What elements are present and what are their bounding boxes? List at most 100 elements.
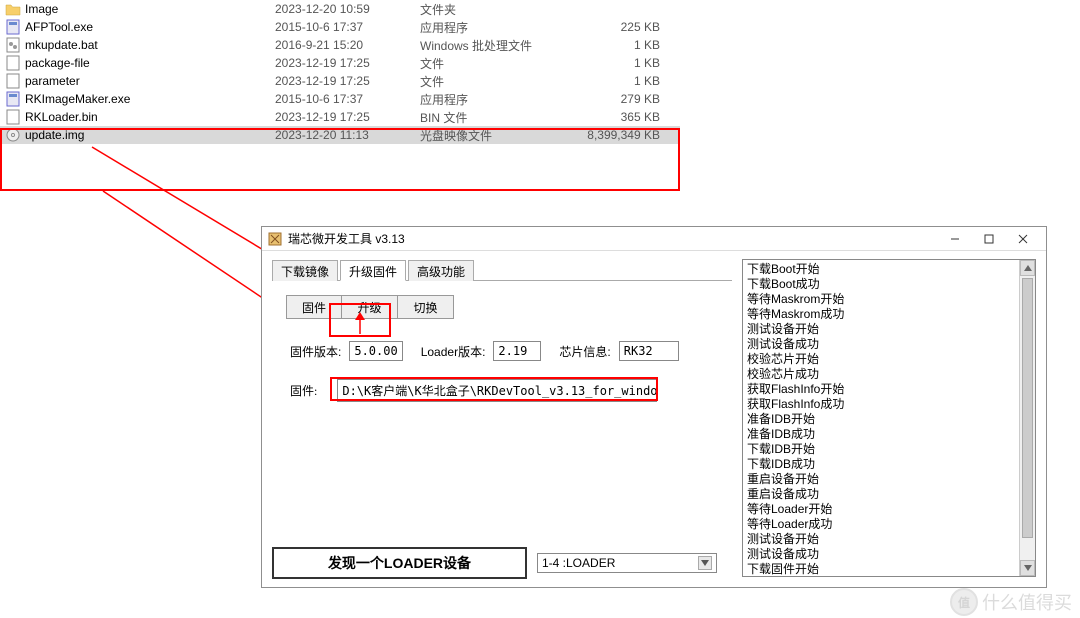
log-line: 测试设备成功: [747, 547, 1031, 562]
log-line: 测试设备成功: [747, 337, 1031, 352]
version-info-row: 固件版本: 5.0.00 Loader版本: 2.19 芯片信息: RK32: [290, 341, 732, 361]
titlebar: 瑞芯微开发工具 v3.13: [262, 227, 1046, 251]
device-selector-value: 1-4 :LOADER: [542, 556, 615, 570]
upgrade-button[interactable]: 升级: [342, 295, 398, 319]
firmware-button[interactable]: 固件: [286, 295, 342, 319]
firmware-path-input[interactable]: D:\K客户端\K华北盒子\RKDevTool_v3.13_for_window…: [337, 379, 657, 402]
file-name: package-file: [25, 56, 275, 70]
folder-icon: [5, 1, 21, 17]
window-title: 瑞芯微开发工具 v3.13: [288, 230, 938, 247]
log-line: 等待Loader成功: [747, 517, 1031, 532]
tab-upgrade[interactable]: 升级固件: [340, 260, 406, 281]
loader-version-label: Loader版本:: [421, 343, 486, 360]
file-icon: [5, 109, 21, 125]
file-row[interactable]: AFPTool.exe2015-10-6 17:37应用程序225 KB: [0, 18, 680, 36]
log-line: 获取FlashInfo开始: [747, 382, 1031, 397]
minimize-button[interactable]: [938, 228, 972, 250]
file-name: AFPTool.exe: [25, 20, 275, 34]
log-line: 重启设备成功: [747, 487, 1031, 502]
file-size: 279 KB: [570, 92, 660, 106]
watermark-text: 什么值得买: [982, 589, 1072, 615]
file-name: mkupdate.bat: [25, 38, 275, 52]
status-bar: 发现一个LOADER设备 1-4 :LOADER: [272, 547, 742, 579]
file-type: 文件: [420, 73, 570, 90]
log-line: 准备IDB成功: [747, 427, 1031, 442]
log-line: 下载固件开始: [747, 562, 1031, 577]
file-row[interactable]: parameter2023-12-19 17:25文件1 KB: [0, 72, 680, 90]
log-line: 重启设备开始: [747, 472, 1031, 487]
file-size: 1 KB: [570, 38, 660, 52]
window-controls: [938, 228, 1040, 250]
fw-version-label: 固件版本:: [290, 343, 341, 360]
file-date: 2015-10-6 17:37: [275, 92, 420, 106]
close-button[interactable]: [1006, 228, 1040, 250]
fw-version-value: 5.0.00: [349, 341, 402, 361]
file-date: 2015-10-6 17:37: [275, 20, 420, 34]
log-line: 下载IDB成功: [747, 457, 1031, 472]
file-explorer-list: Image2023-12-20 10:59文件夹AFPTool.exe2015-…: [0, 0, 680, 144]
file-date: 2023-12-20 11:13: [275, 128, 420, 142]
log-line: 下载Boot成功: [747, 277, 1031, 292]
file-name: RKImageMaker.exe: [25, 92, 275, 106]
file-size: 1 KB: [570, 56, 660, 70]
file-name: update.img: [25, 128, 275, 142]
switch-button[interactable]: 切换: [398, 295, 454, 319]
file-date: 2023-12-19 17:25: [275, 74, 420, 88]
log-line: 获取FlashInfo成功: [747, 397, 1031, 412]
device-selector[interactable]: 1-4 :LOADER: [537, 553, 717, 573]
log-line: 等待Maskrom成功: [747, 307, 1031, 322]
log-line: 等待Loader开始: [747, 502, 1031, 517]
maximize-button[interactable]: [972, 228, 1006, 250]
log-line: 准备IDB开始: [747, 412, 1031, 427]
file-row[interactable]: package-file2023-12-19 17:25文件1 KB: [0, 54, 680, 72]
file-type: 文件: [420, 55, 570, 72]
file-size: 365 KB: [570, 110, 660, 124]
file-date: 2023-12-20 10:59: [275, 2, 420, 16]
chevron-down-icon: [698, 556, 712, 570]
tab-download[interactable]: 下载镜像: [272, 260, 338, 281]
file-name: Image: [25, 2, 275, 16]
left-pane: 下载镜像 升级固件 高级功能 固件 升级 切换 固件版本: 5.0.00 Loa…: [262, 251, 742, 587]
file-size: 8,399,349 KB: [570, 128, 660, 142]
firmware-path-row: 固件: D:\K客户端\K华北盒子\RKDevTool_v3.13_for_wi…: [290, 379, 732, 402]
log-line: 下载Boot开始: [747, 262, 1031, 277]
file-row[interactable]: mkupdate.bat2016-9-21 15:20Windows 批处理文件…: [0, 36, 680, 54]
file-row[interactable]: Image2023-12-20 10:59文件夹: [0, 0, 680, 18]
exe-icon: [5, 91, 21, 107]
tab-bar: 下载镜像 升级固件 高级功能: [272, 259, 732, 281]
scrollbar[interactable]: [1019, 260, 1035, 576]
loader-version-value: 2.19: [493, 341, 541, 361]
disc-icon: [5, 127, 21, 143]
log-line: 下载IDB开始: [747, 442, 1031, 457]
watermark: 值 什么值得买: [950, 588, 1072, 616]
log-line: 测试设备开始: [747, 532, 1031, 547]
file-date: 2016-9-21 15:20: [275, 38, 420, 52]
file-name: RKLoader.bin: [25, 110, 275, 124]
file-size: 1 KB: [570, 74, 660, 88]
firmware-label: 固件:: [290, 382, 317, 399]
file-size: 225 KB: [570, 20, 660, 34]
app-icon: [268, 232, 282, 246]
chip-info-label: 芯片信息:: [559, 343, 610, 360]
file-icon: [5, 73, 21, 89]
file-date: 2023-12-19 17:25: [275, 56, 420, 70]
log-line: 校验芯片成功: [747, 367, 1031, 382]
file-type: Windows 批处理文件: [420, 37, 570, 54]
scroll-up-icon[interactable]: [1020, 260, 1035, 276]
file-row[interactable]: update.img2023-12-20 11:13光盘映像文件8,399,34…: [0, 126, 680, 144]
log-line: 测试设备开始: [747, 322, 1031, 337]
file-type: 应用程序: [420, 91, 570, 108]
file-name: parameter: [25, 74, 275, 88]
file-date: 2023-12-19 17:25: [275, 110, 420, 124]
file-type: 光盘映像文件: [420, 127, 570, 144]
file-row[interactable]: RKLoader.bin2023-12-19 17:25BIN 文件365 KB: [0, 108, 680, 126]
file-type: BIN 文件: [420, 109, 570, 126]
file-row[interactable]: RKImageMaker.exe2015-10-6 17:37应用程序279 K…: [0, 90, 680, 108]
file-type: 应用程序: [420, 19, 570, 36]
scroll-down-icon[interactable]: [1020, 560, 1035, 576]
watermark-badge: 值: [950, 588, 978, 616]
exe-icon: [5, 19, 21, 35]
tab-advanced[interactable]: 高级功能: [408, 260, 474, 281]
bat-icon: [5, 37, 21, 53]
scroll-thumb[interactable]: [1022, 278, 1033, 538]
